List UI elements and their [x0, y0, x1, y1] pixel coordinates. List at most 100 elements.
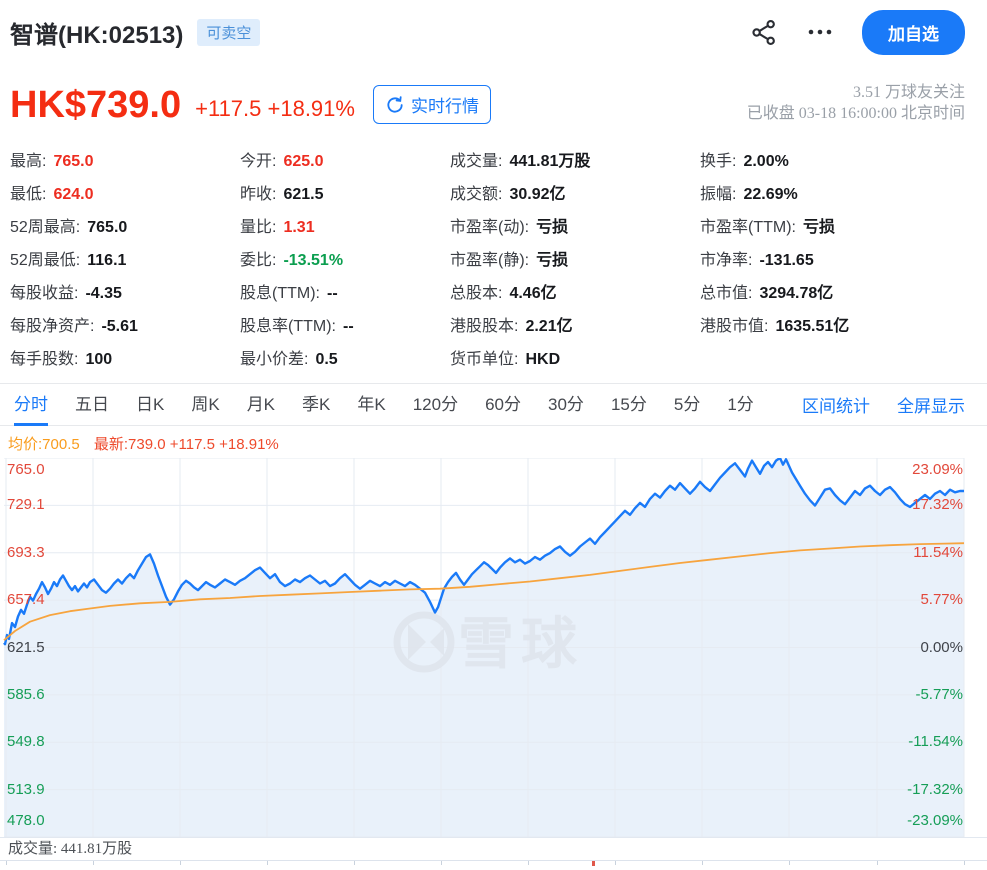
percent-axis-label: -11.54% — [908, 733, 963, 751]
percent-axis-label: 17.32% — [912, 496, 963, 514]
stat-row: 市盈率(TTM): 亏损 — [700, 211, 965, 244]
price-axis-label: 657.4 — [7, 591, 45, 609]
stat-value: 亏损 — [802, 219, 835, 236]
link-全屏显示[interactable]: 全屏显示 — [897, 392, 965, 417]
avg-price-legend: 均价:700.5 — [8, 436, 80, 453]
tab-五日[interactable]: 五日 — [75, 384, 109, 426]
price-axis-label: 621.5 — [7, 638, 45, 656]
followers-count: 3.51 万球友关注 — [852, 84, 965, 101]
stat-label: 振幅: — [700, 186, 737, 203]
volume-bar-stub — [592, 861, 595, 866]
chart-tools: 区间统计 全屏显示 — [802, 392, 965, 417]
stat-value: 2.21亿 — [525, 318, 573, 335]
stat-row: 股息(TTM): -- — [240, 277, 450, 310]
stat-value: -- — [342, 318, 354, 335]
stat-row: 昨收: 621.5 — [240, 178, 450, 211]
stat-value: 3294.78亿 — [759, 285, 834, 302]
stat-label: 成交量: — [450, 153, 503, 170]
stat-row: 最小价差: 0.5 — [240, 343, 450, 376]
stat-value: 116.1 — [87, 252, 127, 269]
axis-tick — [267, 861, 268, 865]
price-axis-label: 513.9 — [7, 780, 45, 798]
axis-tick — [180, 861, 181, 865]
tab-年K[interactable]: 年K — [357, 384, 385, 426]
stat-value: 100 — [85, 351, 113, 368]
realtime-quote-button[interactable]: 实时行情 — [372, 85, 491, 124]
stat-value: -5.61 — [101, 318, 138, 335]
stat-row: 每手股数: 100 — [10, 343, 240, 376]
stat-row: 最高: 765.0 — [10, 145, 240, 178]
axis-tick — [93, 861, 94, 865]
tab-日K[interactable]: 日K — [136, 384, 164, 426]
stat-label: 总市值: — [700, 285, 753, 302]
stat-value: -13.51% — [283, 252, 344, 269]
more-options-icon[interactable] — [806, 20, 834, 44]
stat-label: 市盈率(TTM): — [700, 219, 796, 236]
price-axis-label: 549.8 — [7, 733, 45, 751]
stat-value: 621.5 — [283, 186, 324, 203]
price-change: +117.5 +18.91% — [195, 96, 355, 121]
axis-tick — [441, 861, 442, 865]
tab-120分[interactable]: 120分 — [413, 384, 458, 426]
stat-value: 1635.51亿 — [775, 318, 850, 335]
intraday-chart[interactable]: 雪球 765.0 729.1 693.3 657.4 621.5 585.6 549.8 51… — [0, 458, 987, 837]
time-axis-ticks — [0, 861, 987, 866]
stats-grid: 最高: 765.0 最低: 624.0 52周最高: 765.0 52周最低: 116.1 每股… — [10, 145, 965, 376]
add-watchlist-button[interactable]: 加自选 — [862, 9, 965, 55]
stat-value: 2.00% — [743, 153, 789, 170]
stat-value: 441.81万股 — [509, 153, 591, 170]
price-axis-label: 478.0 — [7, 812, 45, 829]
tab-分时[interactable]: 分时 — [14, 384, 48, 426]
watermark-text: 雪球 — [458, 612, 584, 675]
tab-月K[interactable]: 月K — [247, 384, 275, 426]
axis-tick — [615, 861, 616, 865]
stat-row: 最低: 624.0 — [10, 178, 240, 211]
stat-label: 最小价差: — [240, 351, 309, 368]
stat-label: 货币单位: — [450, 351, 519, 368]
stat-row: 成交量: 441.81万股 — [450, 145, 700, 178]
link-区间统计[interactable]: 区间统计 — [802, 392, 870, 417]
stat-row: 52周最高: 765.0 — [10, 211, 240, 244]
axis-tick — [877, 861, 878, 865]
axis-tick — [6, 861, 7, 865]
stat-row: 量比: 1.31 — [240, 211, 450, 244]
short-sellable-badge: 可卖空 — [197, 18, 261, 46]
tab-5分[interactable]: 5分 — [674, 384, 700, 426]
tab-15分[interactable]: 15分 — [611, 384, 647, 426]
percent-axis-label: -23.09% — [907, 812, 963, 829]
stat-row: 市盈率(动): 亏损 — [450, 211, 700, 244]
stat-value: HKD — [525, 351, 561, 368]
tab-60分[interactable]: 60分 — [485, 384, 521, 426]
volume-label: 成交量: 441.81万股 — [8, 841, 133, 857]
price-axis-label: 585.6 — [7, 685, 45, 703]
stat-label: 委比: — [240, 252, 277, 269]
stats-column: 今开: 625.0 昨收: 621.5 量比: 1.31 委比: -13.51% 股息(TTM)… — [240, 145, 450, 376]
percent-axis-label: 0.00% — [920, 638, 963, 656]
price-axis-label: 693.3 — [7, 543, 45, 561]
tab-周K[interactable]: 周K — [191, 384, 219, 426]
current-price: HK$739.0 — [10, 84, 182, 126]
stat-value: 765.0 — [87, 219, 128, 236]
stat-value: 30.92亿 — [509, 186, 566, 203]
tab-30分[interactable]: 30分 — [548, 384, 584, 426]
stat-label: 市盈率(动): — [450, 219, 530, 236]
tab-季K[interactable]: 季K — [302, 384, 330, 426]
stat-label: 每股收益: — [10, 285, 79, 302]
stat-value: 765.0 — [53, 153, 94, 170]
stat-row: 振幅: 22.69% — [700, 178, 965, 211]
percent-axis-label: 11.54% — [913, 543, 963, 561]
stat-value: 0.5 — [315, 351, 338, 368]
tab-1分[interactable]: 1分 — [727, 384, 753, 426]
stat-value: 亏损 — [536, 219, 569, 236]
stat-row: 换手: 2.00% — [700, 145, 965, 178]
stats-column: 成交量: 441.81万股 成交额: 30.92亿 市盈率(动): 亏损 市盈率(静): 亏损… — [450, 145, 700, 376]
market-status: 已收盘 03-18 16:00:00 北京时间 — [746, 105, 965, 122]
stat-row: 成交额: 30.92亿 — [450, 178, 700, 211]
stat-label: 今开: — [240, 153, 277, 170]
stat-label: 市盈率(静): — [450, 252, 530, 269]
percent-axis-label: 5.77% — [920, 591, 963, 609]
share-icon[interactable] — [751, 19, 778, 46]
intraday-chart-canvas[interactable]: 雪球 — [0, 458, 987, 837]
quote-header: 智谱(HK:02513) 可卖空 加自选 HK$739.0 +117.5 +18… — [0, 0, 987, 376]
stat-label: 52周最高: — [10, 219, 81, 236]
